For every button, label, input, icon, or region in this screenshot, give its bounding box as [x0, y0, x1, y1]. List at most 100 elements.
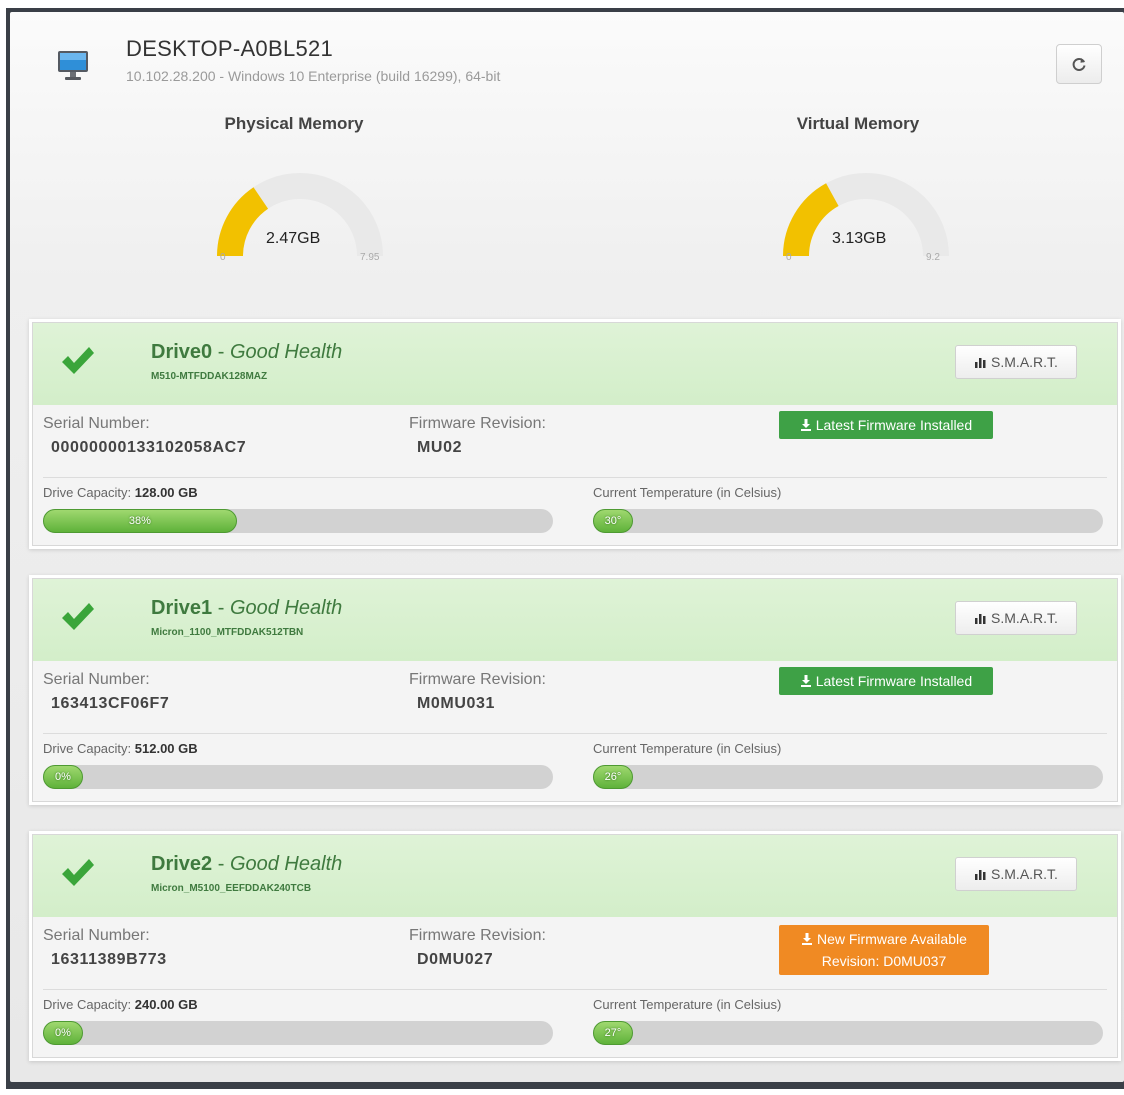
capacity-usage-fill: 0% [43, 765, 83, 789]
drive-title-separator: - [217, 853, 225, 875]
temperature-bar: 27° [593, 1021, 1103, 1045]
smart-button[interactable]: S.M.A.R.T. [955, 857, 1077, 891]
drive-name: Drive2 [151, 853, 213, 875]
firmware-revision-value: MU02 [417, 439, 463, 456]
drive-health: Good Health [229, 341, 343, 363]
download-icon [800, 419, 811, 431]
firmware-badge-line1: Latest Firmware Installed [800, 670, 972, 692]
host-name: DESKTOP-A0BL521 [126, 36, 334, 61]
temperature-fill: 30° [593, 509, 633, 533]
temperature-bar: 26° [593, 765, 1103, 789]
firmware-status-badge[interactable]: New Firmware Available Revision: D0MU037 [779, 925, 989, 975]
drive-card-header: Drive2 - Good Health Micron_M5100_EEFDDA… [33, 835, 1117, 917]
drive-health: Good Health [229, 853, 343, 875]
check-icon [62, 603, 94, 630]
serial-number-label: Serial Number: [43, 671, 150, 688]
download-icon [800, 675, 811, 687]
card-divider [43, 733, 1107, 734]
drive-capacity-value: 128.00 GB [134, 485, 198, 500]
virtual-memory-max: 9.2 [926, 252, 940, 263]
host-subtitle: 10.102.28.200 - Windows 10 Enterprise (b… [126, 68, 501, 84]
smart-button-label: S.M.A.R.T. [991, 866, 1058, 882]
firmware-badge-text: New Firmware Available [816, 931, 967, 947]
temperature-label: Current Temperature (in Celsius) [593, 485, 782, 500]
virtual-memory-title: Virtual Memory [796, 114, 920, 133]
app-frame: DESKTOP-A0BL521 10.102.28.200 - Windows … [6, 8, 1124, 1089]
physical-memory-max: 7.95 [360, 252, 380, 263]
bar-chart-icon [975, 614, 986, 624]
firmware-revision-label: Firmware Revision: [409, 927, 546, 944]
physical-memory-title: Physical Memory [224, 114, 364, 133]
drive-name: Drive1 [151, 597, 213, 619]
drive-capacity-value: 240.00 GB [134, 997, 198, 1012]
drive-capacity-caption: Drive Capacity: [43, 997, 132, 1012]
firmware-badge-text: Latest Firmware Installed [815, 673, 973, 689]
bar-chart-icon [975, 870, 986, 880]
firmware-revision-label: Firmware Revision: [409, 415, 546, 432]
download-icon [802, 933, 813, 945]
bar-chart-icon [975, 358, 986, 368]
capacity-usage-bar: 0% [43, 1021, 553, 1045]
drive-capacity-caption: Drive Capacity: [43, 741, 132, 756]
card-divider [43, 989, 1107, 990]
drive-title-separator: - [217, 341, 225, 363]
drive-capacity-label: Drive Capacity: 512.00 GB [43, 741, 198, 756]
drive-name: Drive0 [151, 341, 213, 363]
physical-memory-value: 2.47GB [266, 230, 321, 247]
virtual-memory-min: 0 [786, 252, 792, 263]
serial-number-value: 16311389B773 [51, 951, 167, 968]
drive-model: M510-MTFDDAK128MAZ [151, 371, 268, 382]
check-icon [62, 347, 94, 374]
firmware-badge-line1: New Firmware Available [801, 928, 967, 950]
drive-title-separator: - [217, 597, 225, 619]
firmware-status-badge[interactable]: Latest Firmware Installed [779, 411, 993, 439]
drive-model: Micron_1100_MTFDDAK512TBN [151, 627, 304, 638]
drive-model: Micron_M5100_EEFDDAK240TCB [151, 883, 312, 894]
gauge-fill [783, 183, 840, 257]
monitor-icon [58, 51, 88, 80]
serial-number-label: Serial Number: [43, 927, 150, 944]
refresh-button[interactable] [1056, 44, 1102, 84]
drive-card-1: Drive1 - Good Health Micron_1100_MTFDDAK… [32, 578, 1118, 802]
drive-capacity-value: 512.00 GB [134, 741, 198, 756]
drive-card-header: Drive0 - Good Health M510-MTFDDAK128MAZ … [33, 323, 1117, 405]
physical-memory-min: 0 [220, 252, 226, 263]
temperature-label: Current Temperature (in Celsius) [593, 997, 782, 1012]
check-icon [62, 859, 94, 886]
gauge-fill [217, 187, 269, 257]
drive-title: Drive1 - Good Health [151, 597, 342, 620]
firmware-badge-line1: Latest Firmware Installed [800, 414, 972, 436]
temperature-bar: 30° [593, 509, 1103, 533]
capacity-usage-fill: 38% [43, 509, 237, 533]
capacity-usage-bar: 38% [43, 509, 553, 533]
drive-title: Drive2 - Good Health [151, 853, 342, 876]
capacity-usage-bar: 0% [43, 765, 553, 789]
drive-title: Drive0 - Good Health [151, 341, 342, 364]
refresh-icon [1072, 58, 1086, 71]
serial-number-value: 00000000133102058AC7 [51, 439, 247, 456]
serial-number-label: Serial Number: [43, 415, 150, 432]
temperature-label: Current Temperature (in Celsius) [593, 741, 782, 756]
firmware-status-badge[interactable]: Latest Firmware Installed [779, 667, 993, 695]
temperature-fill: 27° [593, 1021, 633, 1045]
firmware-revision-label: Firmware Revision: [409, 671, 546, 688]
card-divider [43, 477, 1107, 478]
temperature-fill: 26° [593, 765, 633, 789]
host-panel: DESKTOP-A0BL521 10.102.28.200 - Windows … [10, 12, 1124, 1082]
serial-number-value: 163413CF06F7 [51, 695, 170, 712]
drive-card-header: Drive1 - Good Health Micron_1100_MTFDDAK… [33, 579, 1117, 661]
drive-capacity-label: Drive Capacity: 128.00 GB [43, 485, 198, 500]
capacity-usage-fill: 0% [43, 1021, 83, 1045]
firmware-badge-line2: Revision: D0MU037 [821, 953, 947, 969]
smart-button[interactable]: S.M.A.R.T. [955, 345, 1077, 379]
drive-card-2: Drive2 - Good Health Micron_M5100_EEFDDA… [32, 834, 1118, 1058]
drive-card-0: Drive0 - Good Health M510-MTFDDAK128MAZ … [32, 322, 1118, 546]
firmware-badge-text: Latest Firmware Installed [815, 417, 973, 433]
firmware-revision-value: D0MU027 [417, 951, 494, 968]
smart-button-label: S.M.A.R.T. [991, 610, 1058, 626]
virtual-memory-value: 3.13GB [832, 230, 887, 247]
drive-capacity-caption: Drive Capacity: [43, 485, 132, 500]
smart-button[interactable]: S.M.A.R.T. [955, 601, 1077, 635]
drive-capacity-label: Drive Capacity: 240.00 GB [43, 997, 198, 1012]
smart-button-label: S.M.A.R.T. [991, 354, 1058, 370]
